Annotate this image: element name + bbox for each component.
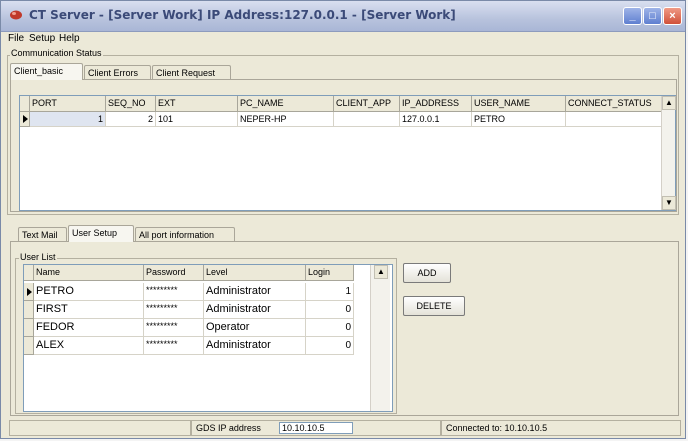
gds-ip-label: GDS IP address: [196, 423, 261, 433]
row-pointer-icon: [23, 115, 28, 123]
client-grid[interactable]: PORT SEQ_NO EXT PC_NAME CLIENT_APP IP_AD…: [19, 95, 676, 211]
row-selector[interactable]: [20, 112, 30, 127]
user-grid-scrollbar[interactable]: ▲: [370, 265, 390, 411]
col-user-name[interactable]: USER_NAME: [472, 96, 566, 112]
col-ext[interactable]: EXT: [156, 96, 238, 112]
level-cell[interactable]: Administrator: [204, 283, 306, 301]
menu-setup[interactable]: Setup: [29, 33, 55, 44]
status-panel-left: [9, 420, 191, 436]
col-client-app[interactable]: CLIENT_APP: [334, 96, 400, 112]
delete-user-button[interactable]: DELETE: [403, 296, 465, 316]
level-cell[interactable]: Administrator: [204, 301, 306, 319]
table-cell[interactable]: [566, 112, 662, 127]
gds-ip-field[interactable]: 10.10.10.5: [279, 422, 353, 434]
menu-bar: File Setup Help: [1, 32, 685, 46]
col-ip-address[interactable]: IP_ADDRESS: [400, 96, 472, 112]
col-seq-no[interactable]: SEQ_NO: [106, 96, 156, 112]
col-name[interactable]: Name: [34, 265, 144, 281]
col-connect-status[interactable]: CONNECT_STATUS: [566, 96, 662, 112]
client-basic-panel: PORT SEQ_NO EXT PC_NAME CLIENT_APP IP_AD…: [10, 79, 677, 212]
menu-help[interactable]: Help: [59, 33, 80, 44]
table-cell[interactable]: [334, 112, 400, 127]
title-bar[interactable]: CT Server - [Server Work] IP Address:127…: [1, 1, 685, 32]
scroll-up-icon[interactable]: ▲: [662, 96, 676, 110]
user-name-cell[interactable]: FIRST: [34, 301, 144, 319]
row-pointer-icon: [27, 288, 32, 296]
col-login[interactable]: Login: [306, 265, 354, 281]
table-cell[interactable]: NEPER-HP: [238, 112, 334, 127]
menu-file[interactable]: File: [8, 33, 24, 44]
scroll-down-icon[interactable]: ▼: [662, 196, 676, 210]
app-icon: [10, 10, 22, 20]
row-selector[interactable]: [24, 337, 34, 355]
row-selector[interactable]: [24, 319, 34, 337]
tab-user-setup[interactable]: User Setup: [68, 225, 134, 242]
col-pc-name[interactable]: PC_NAME: [238, 96, 334, 112]
tab-all-port-information[interactable]: All port information: [135, 227, 235, 242]
user-name-cell[interactable]: FEDOR: [34, 319, 144, 337]
user-name-cell[interactable]: ALEX: [34, 337, 144, 355]
user-name-cell[interactable]: PETRO: [34, 283, 144, 301]
add-user-button[interactable]: ADD: [403, 263, 451, 283]
tab-text-mail[interactable]: Text Mail: [18, 227, 67, 242]
client-grid-scrollbar[interactable]: ▲ ▼: [661, 96, 676, 210]
login-cell[interactable]: 0: [306, 301, 354, 319]
table-cell[interactable]: 127.0.0.1: [400, 112, 472, 127]
grid-corner: [20, 96, 30, 112]
password-cell[interactable]: *********: [144, 337, 204, 355]
minimize-button[interactable]: _: [623, 7, 642, 25]
level-cell[interactable]: Administrator: [204, 337, 306, 355]
window-title: CT Server - [Server Work] IP Address:127…: [29, 8, 456, 22]
login-cell[interactable]: 1: [306, 283, 354, 301]
login-cell[interactable]: 0: [306, 337, 354, 355]
password-cell[interactable]: *********: [144, 283, 204, 301]
status-bar: GDS IP address 10.10.10.5 Connected to: …: [9, 420, 681, 436]
maximize-button[interactable]: □: [643, 7, 662, 25]
grid-corner: [24, 265, 34, 281]
user-grid[interactable]: Name Password Level Login PETRO ********…: [23, 264, 393, 412]
col-port[interactable]: PORT: [30, 96, 106, 112]
row-selector[interactable]: [24, 283, 34, 301]
table-cell[interactable]: 101: [156, 112, 238, 127]
level-cell[interactable]: Operator: [204, 319, 306, 337]
password-cell[interactable]: *********: [144, 319, 204, 337]
user-list-label: User List: [19, 252, 57, 262]
tab-client-basic[interactable]: Client_basic: [10, 63, 83, 80]
tab-client-request[interactable]: Client Request: [152, 65, 231, 80]
status-panel-connection: Connected to: 10.10.10.5: [441, 420, 681, 436]
col-level[interactable]: Level: [204, 265, 306, 281]
login-cell[interactable]: 0: [306, 319, 354, 337]
communication-status-label: Communication Status: [10, 48, 103, 58]
table-cell[interactable]: PETRO: [472, 112, 566, 127]
tab-client-errors[interactable]: Client Errors: [84, 65, 151, 80]
app-window: CT Server - [Server Work] IP Address:127…: [0, 0, 686, 439]
col-password[interactable]: Password: [144, 265, 204, 281]
scroll-up-icon[interactable]: ▲: [374, 265, 388, 279]
password-cell[interactable]: *********: [144, 301, 204, 319]
table-cell[interactable]: 2: [106, 112, 156, 127]
connection-status-text: Connected to: 10.10.10.5: [446, 423, 548, 433]
close-button[interactable]: ×: [663, 7, 682, 25]
user-setup-panel: User List Name Password Level Login PETR…: [10, 241, 679, 416]
table-cell[interactable]: 1: [30, 112, 106, 127]
row-selector[interactable]: [24, 301, 34, 319]
